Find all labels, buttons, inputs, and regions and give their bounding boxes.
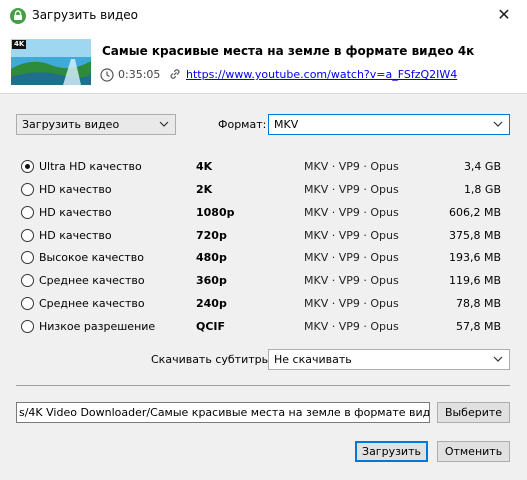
quality-codec: MKV · VP9 · Opus <box>304 274 399 287</box>
close-button[interactable]: ✕ <box>481 0 527 30</box>
quality-radio[interactable] <box>21 320 34 333</box>
quality-label: Среднее качество <box>39 274 145 287</box>
chevron-down-icon <box>159 121 169 127</box>
quality-radio[interactable] <box>21 206 34 219</box>
quality-radio[interactable] <box>21 229 34 242</box>
quality-codec: MKV · VP9 · Opus <box>304 183 399 196</box>
quality-resolution: 4K <box>196 160 213 173</box>
download-button[interactable]: Загрузить <box>355 441 428 462</box>
link-icon <box>170 69 180 79</box>
quality-radio[interactable] <box>21 251 34 264</box>
quality-radio[interactable] <box>21 274 34 287</box>
chevron-down-icon <box>493 356 503 362</box>
subtitles-select[interactable]: Не скачивать <box>268 349 510 370</box>
quality-option-4k[interactable]: Ultra HD качество 4K MKV · VP9 · Opus 3,… <box>21 157 501 177</box>
format-select[interactable]: MKV <box>268 114 510 135</box>
thumbnail-4k-badge: 4K <box>12 40 27 49</box>
quality-size: 1,8 GB <box>463 183 501 196</box>
video-info-header: 4K Самые красивые места на земле в форма… <box>0 30 527 94</box>
browse-button[interactable]: Выберите <box>437 402 510 423</box>
download-dialog: Загрузить видео ✕ 4K Самые красивые мест… <box>0 0 527 480</box>
quality-codec: MKV · VP9 · Opus <box>304 206 399 219</box>
subtitles-value: Не скачивать <box>274 353 352 366</box>
quality-codec: MKV · VP9 · Opus <box>304 320 399 333</box>
quality-size: 119,6 MB <box>448 274 501 287</box>
video-thumbnail: 4K <box>11 39 91 85</box>
quality-option-720p[interactable]: HD качество 720p MKV · VP9 · Opus 375,8 … <box>21 226 501 246</box>
save-path-input[interactable]: s/4K Video Downloader/Самые красивые мес… <box>16 402 430 423</box>
video-url-link[interactable]: https://www.youtube.com/watch?v=a_FSfzQ2… <box>186 68 457 81</box>
quality-codec: MKV · VP9 · Opus <box>304 229 399 242</box>
quality-label: Ultra HD качество <box>39 160 142 173</box>
quality-resolution: 2K <box>196 183 213 196</box>
quality-option-1080p[interactable]: HD качество 1080p MKV · VP9 · Opus 606,2… <box>21 203 501 223</box>
quality-resolution: 360p <box>196 274 227 287</box>
download-mode-value: Загрузить видео <box>22 118 120 131</box>
quality-size: 606,2 MB <box>448 206 501 219</box>
quality-resolution: 1080p <box>196 206 235 219</box>
quality-resolution: QCIF <box>196 320 226 333</box>
video-title: Самые красивые места на земле в формате … <box>102 44 475 58</box>
quality-label: Высокое качество <box>39 251 144 264</box>
format-value: MKV <box>274 118 299 131</box>
chevron-down-icon <box>493 121 503 127</box>
quality-option-qcif[interactable]: Низкое разрешение QCIF MKV · VP9 · Opus … <box>21 317 501 337</box>
title-bar[interactable]: Загрузить видео ✕ <box>0 0 527 30</box>
video-duration: 0:35:05 <box>118 68 161 81</box>
quality-resolution: 720p <box>196 229 227 242</box>
clock-icon <box>100 68 114 82</box>
quality-codec: MKV · VP9 · Opus <box>304 160 399 173</box>
quality-radio[interactable] <box>21 183 34 196</box>
subtitles-label: Скачивать субтитры: <box>151 353 275 366</box>
quality-size: 78,8 MB <box>455 297 501 310</box>
window-title: Загрузить видео <box>32 8 139 22</box>
divider <box>16 385 510 386</box>
format-label: Формат: <box>218 118 267 131</box>
quality-label: HD качество <box>39 183 112 196</box>
quality-codec: MKV · VP9 · Opus <box>304 297 399 310</box>
quality-resolution: 480p <box>196 251 227 264</box>
quality-radio[interactable] <box>21 297 34 310</box>
quality-label: Среднее качество <box>39 297 145 310</box>
quality-label: HD качество <box>39 206 112 219</box>
quality-radio[interactable] <box>21 160 34 173</box>
quality-option-2k[interactable]: HD качество 2K MKV · VP9 · Opus 1,8 GB <box>21 180 501 200</box>
quality-option-360p[interactable]: Среднее качество 360p MKV · VP9 · Opus 1… <box>21 271 501 291</box>
quality-size: 375,8 MB <box>448 229 501 242</box>
app-logo-icon <box>10 8 26 24</box>
quality-resolution: 240p <box>196 297 227 310</box>
quality-option-240p[interactable]: Среднее качество 240p MKV · VP9 · Opus 7… <box>21 294 501 314</box>
quality-size: 3,4 GB <box>463 160 501 173</box>
quality-codec: MKV · VP9 · Opus <box>304 251 399 264</box>
quality-option-480p[interactable]: Высокое качество 480p MKV · VP9 · Opus 1… <box>21 248 501 268</box>
quality-size: 193,6 MB <box>448 251 501 264</box>
quality-label: Низкое разрешение <box>39 320 156 333</box>
cancel-button[interactable]: Отменить <box>437 441 510 462</box>
close-icon: ✕ <box>497 5 511 24</box>
quality-size: 57,8 MB <box>455 320 501 333</box>
download-mode-select[interactable]: Загрузить видео <box>16 114 176 135</box>
quality-label: HD качество <box>39 229 112 242</box>
